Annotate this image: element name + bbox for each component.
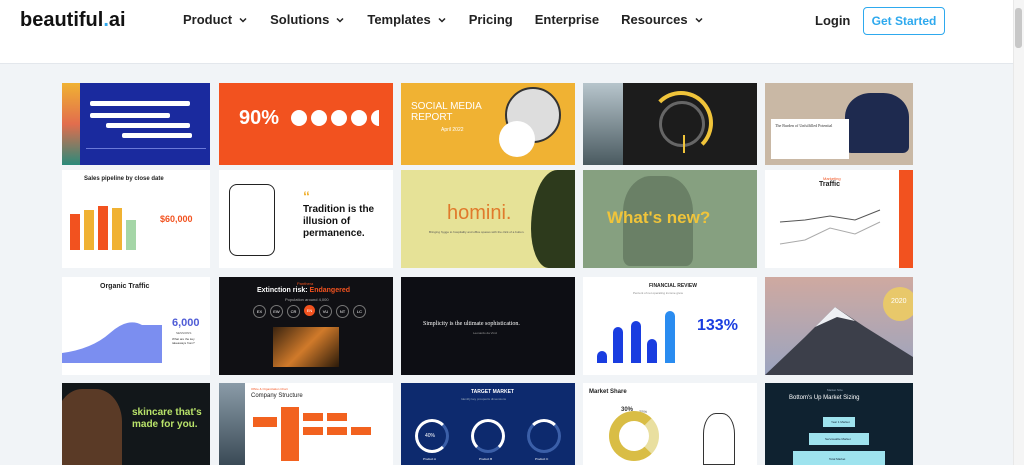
vertical-scrollbar[interactable] (1013, 0, 1024, 465)
area-chart-thumb (62, 322, 162, 363)
template-tile-extinction[interactable]: Panthera Extinction risk: Endangered Pop… (219, 277, 393, 375)
template-tile-skincare[interactable]: skincare that's made for you. (62, 383, 210, 465)
template-tile-mountain-2020[interactable]: 2020 (765, 277, 913, 375)
social-title: SOCIAL MEDIA REPORT (411, 101, 482, 123)
template-tile-whats-new[interactable]: What's new? (583, 170, 757, 268)
scrollbar-thumb[interactable] (1015, 8, 1022, 48)
template-tile-90-percent[interactable]: 90% (219, 83, 393, 165)
nav-templates[interactable]: Templates (367, 12, 446, 27)
template-tile-bottom-up[interactable]: Market Size Bottom's Up Market Sizing Ye… (765, 383, 913, 465)
nav-resources[interactable]: Resources (621, 12, 703, 27)
line-chart-thumb (779, 209, 881, 245)
main-nav: Product Solutions Templates Pricing Ente… (183, 12, 726, 27)
template-tile-target-market[interactable]: TARGET MARKET Identify key prospects dim… (401, 383, 575, 465)
template-tile-financial-review[interactable]: FINANCIAL REVIEW Percent of net operatin… (583, 277, 757, 375)
template-tile-homini[interactable]: homini. Bringing hygge to hospitality an… (401, 170, 575, 268)
big-number: 90% (239, 107, 280, 129)
template-tile-photo-chart[interactable] (583, 83, 757, 165)
template-tile-burden[interactable]: The Burden of Unfulfilled Potential (765, 83, 913, 165)
template-tile-social-media[interactable]: SOCIAL MEDIA REPORT April 2022 (401, 83, 575, 165)
get-started-button[interactable]: Get Started (863, 7, 945, 35)
template-tile-sales-pipeline[interactable]: Sales pipeline by close date $60,000 (62, 170, 210, 268)
nav-pricing[interactable]: Pricing (469, 12, 513, 27)
chevron-down-icon (695, 17, 703, 23)
nav-enterprise[interactable]: Enterprise (535, 12, 599, 27)
logo[interactable]: beautiful.ai (20, 9, 126, 32)
template-tile-market-share[interactable]: Market Share 30% 25% (583, 383, 757, 465)
template-tile-tradition[interactable]: “ Tradition is the illusion of permanenc… (219, 170, 393, 268)
header-divider (0, 63, 1013, 64)
chevron-down-icon (438, 17, 446, 23)
template-tile-organic-traffic[interactable]: Organic Traffic 6,000 SESSIONS What are … (62, 277, 210, 375)
nav-solutions[interactable]: Solutions (270, 12, 345, 27)
chevron-down-icon (336, 17, 344, 23)
site-header: beautiful.ai Product Solutions Templates… (0, 0, 1013, 63)
template-tile-simplicity[interactable]: Simplicity is the ultimate sophisticatio… (401, 277, 575, 375)
template-tile-company-structure[interactable]: Office & Organization Chart Company Stru… (219, 383, 393, 465)
login-link[interactable]: Login (815, 13, 850, 28)
nav-product[interactable]: Product (183, 12, 248, 27)
template-tile-traffic[interactable]: Marketing Traffic (765, 170, 913, 268)
template-tile-form[interactable] (62, 83, 210, 165)
chevron-down-icon (239, 17, 247, 23)
